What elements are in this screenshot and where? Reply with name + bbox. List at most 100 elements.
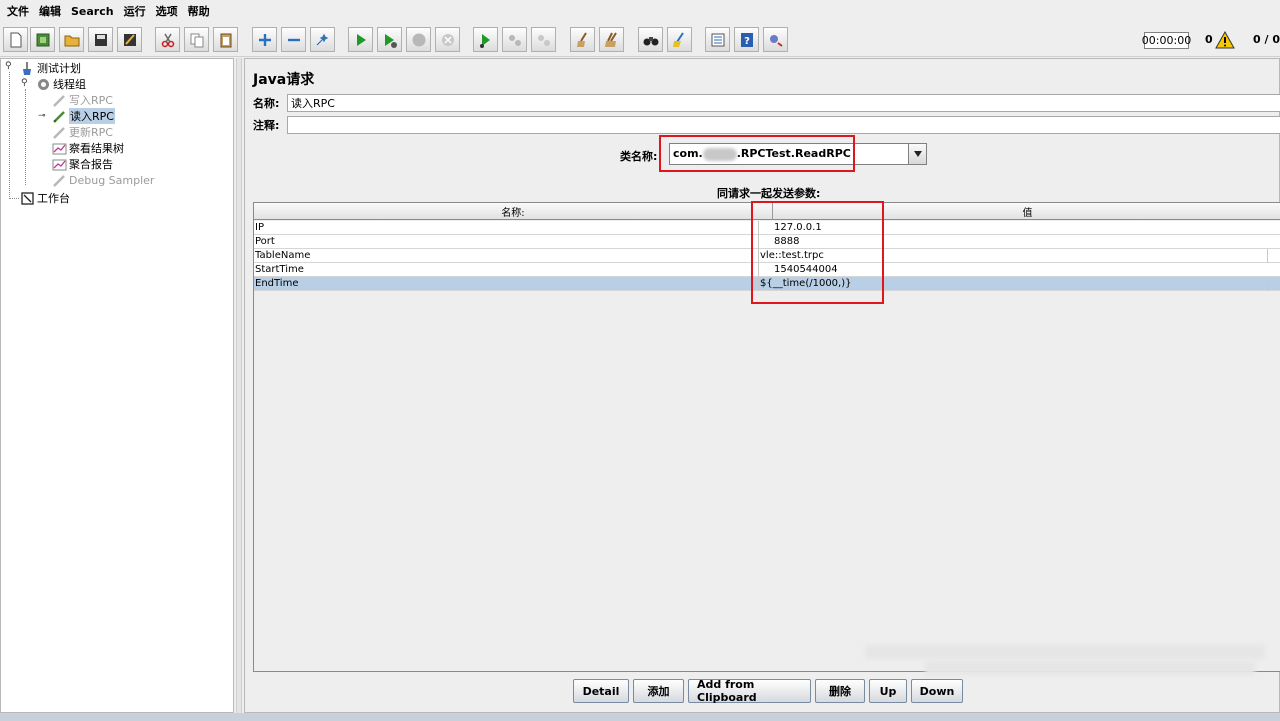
table-row[interactable]: IP 127.0.0.1 (254, 221, 1280, 235)
up-button[interactable]: Up (869, 679, 907, 703)
function-helper-button[interactable] (705, 27, 730, 52)
open-button[interactable] (59, 27, 84, 52)
tree-item-write-rpc[interactable]: 写入RPC (51, 92, 113, 108)
param-value[interactable]: 8888 (773, 235, 1280, 249)
gear-icon (35, 76, 51, 92)
start-no-pause-button[interactable] (377, 27, 402, 52)
menu-help[interactable]: 帮助 (183, 3, 215, 19)
templates-button[interactable] (30, 27, 55, 52)
table-row-selected[interactable]: EndTime ${__time(/1000,)} (254, 277, 1280, 291)
add-from-clipboard-button[interactable]: Add from Clipboard (688, 678, 811, 704)
copy-button[interactable] (184, 27, 209, 52)
table-row[interactable]: StartTime 1540544004 (254, 263, 1280, 277)
toggle-button[interactable] (310, 27, 335, 52)
tree-item-test-plan[interactable]: 测试计划 (19, 60, 81, 76)
new-file-icon (10, 32, 21, 47)
param-name[interactable]: IP (254, 221, 759, 235)
cut-button[interactable] (155, 27, 180, 52)
menu-edit[interactable]: 编辑 (34, 3, 66, 19)
dropdown-arrow-icon[interactable] (908, 144, 926, 164)
table-header: 名称: 值 (254, 203, 1280, 220)
shutdown-button[interactable] (435, 27, 460, 52)
param-value[interactable]: ${__time(/1000,)} (759, 277, 1268, 291)
expand-toggle-icon[interactable]: ⚲ (5, 61, 12, 71)
remote-start-button[interactable] (473, 27, 498, 52)
param-name[interactable]: TableName (254, 249, 759, 263)
save-screenshot-icon (123, 33, 136, 46)
expand-toggle-icon[interactable]: ⊸ (38, 111, 46, 121)
comment-label: 注释: (253, 119, 280, 132)
warning-icon[interactable] (1215, 31, 1235, 49)
paste-button[interactable] (213, 27, 238, 52)
detail-button[interactable]: Detail (573, 679, 629, 703)
menu-file[interactable]: 文件 (2, 3, 34, 19)
delete-button[interactable]: 删除 (815, 679, 865, 703)
table-row[interactable]: TableName vle::test.trpc (254, 249, 1280, 263)
param-value[interactable]: 1540544004 (773, 263, 1280, 277)
column-header-value[interactable]: 值 (773, 203, 1280, 220)
svg-text:?: ? (744, 36, 750, 47)
pane-splitter[interactable] (236, 58, 242, 713)
search-button[interactable] (638, 27, 663, 52)
column-header-name[interactable]: 名称: (254, 203, 773, 220)
tree-item-view-results-tree[interactable]: 察看结果树 (51, 140, 124, 156)
tree-item-update-rpc[interactable]: 更新RPC (51, 124, 113, 140)
error-count: 0 (1205, 33, 1213, 46)
new-button[interactable] (3, 27, 28, 52)
test-plan-icon (19, 60, 35, 76)
tree-item-label: 读入RPC (69, 108, 115, 124)
add-button[interactable]: 添加 (633, 679, 684, 703)
remote-shutdown-button[interactable] (531, 27, 556, 52)
tree-item-read-rpc[interactable]: 读入RPC (51, 108, 115, 124)
watermark-blur (865, 645, 1265, 659)
tree-item-label: Debug Sampler (69, 173, 155, 187)
save-screenshot-button[interactable] (117, 27, 142, 52)
watermark-blur (925, 661, 1255, 675)
menu-options[interactable]: 选项 (151, 3, 183, 19)
stop-button[interactable] (406, 27, 431, 52)
pencil-icon (51, 172, 67, 188)
collapse-button[interactable] (281, 27, 306, 52)
remote-exit-button[interactable] (763, 27, 788, 52)
templates-icon (36, 33, 49, 46)
expand-button[interactable] (252, 27, 277, 52)
param-name[interactable]: StartTime (254, 263, 759, 277)
status-bar (0, 713, 1280, 721)
tree-guide (9, 72, 10, 199)
reset-search-button[interactable] (667, 27, 692, 52)
param-name[interactable]: Port (254, 235, 759, 249)
table-row[interactable]: Port 8888 (254, 235, 1280, 249)
menu-bar: 文件 编辑 Search 运行 选项 帮助 (0, 0, 1280, 22)
name-field[interactable]: 读入RPC (287, 94, 1280, 112)
menu-search[interactable]: Search (66, 5, 119, 18)
help-button[interactable]: ? (734, 27, 759, 52)
thread-ratio: 0 / 0 (1253, 33, 1280, 46)
param-value[interactable]: 127.0.0.1 (773, 221, 1280, 235)
save-button[interactable] (88, 27, 113, 52)
name-row: 名称: 读入RPC (253, 94, 1280, 112)
play-icon (356, 33, 366, 46)
comment-field[interactable] (287, 116, 1280, 134)
down-button[interactable]: Down (911, 679, 963, 703)
clear-all-button[interactable] (599, 27, 624, 52)
tree-item-thread-group[interactable]: 线程组 (35, 76, 86, 92)
param-value[interactable]: vle::test.trpc (759, 249, 1268, 263)
tree-item-debug-sampler[interactable]: Debug Sampler (51, 172, 154, 188)
tree-item-aggregate-report[interactable]: 聚合报告 (51, 156, 113, 172)
name-label: 名称: (253, 97, 280, 110)
classname-prefix: com. (673, 147, 703, 161)
shutdown-icon (441, 33, 454, 46)
remote-stop-button[interactable] (502, 27, 527, 52)
start-button[interactable] (348, 27, 373, 52)
test-plan-tree: ⚲ ⚲ ⊸ 测试计划 线程组 写入RPC 读入RPC 更新RPC 察看结果树 聚… (0, 58, 234, 713)
remote-exit-icon (769, 34, 783, 47)
classname-suffix: .RPCTest.ReadRPC (736, 147, 851, 161)
param-name[interactable]: EndTime (254, 277, 759, 291)
scissors-icon (161, 33, 174, 47)
elapsed-timer: 00:00:00 (1141, 32, 1192, 49)
menu-run[interactable]: 运行 (119, 3, 151, 19)
expand-toggle-icon[interactable]: ⚲ (21, 78, 28, 88)
classname-select[interactable]: com. .RPCTest.ReadRPC (669, 143, 927, 165)
clear-button[interactable] (570, 27, 595, 52)
tree-item-workbench[interactable]: 工作台 (19, 190, 70, 206)
